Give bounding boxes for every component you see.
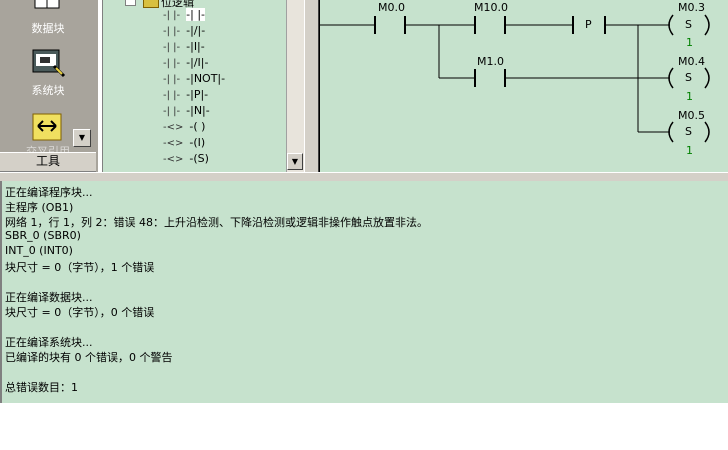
coil-immediate-icon: -<> [163,138,184,149]
tree-item[interactable]: -| |- -| |- [163,8,205,24]
instruction-tree: − 位逻辑 -| |- -| |- -| |- -|/|- -| |- -|I|- -| |… [102,0,287,172]
coil-m0-3-count: 1 [686,36,693,49]
tree-item-label: -|P|- [186,88,209,101]
output-window[interactable]: 正在编译程序块... 主程序 (OB1) 网络 1，行 1，列 2：错误 48：上升… [0,181,728,403]
output-line: 主程序 (OB1) [5,201,74,214]
tree-item[interactable]: -| |- -|NOT|- [163,72,225,88]
folder-icon [143,0,159,8]
coil-m0-4-address[interactable]: M0.4 [678,55,705,68]
contact-m1-0-symbol [474,69,506,87]
coil-m0-5-address[interactable]: M0.5 [678,109,705,122]
contact-m10-0-symbol [474,16,506,34]
nav-item-system-block[interactable]: 系统块 [0,82,96,98]
contact-m0-0-label[interactable]: M0.0 [378,1,405,14]
system-block-icon[interactable] [32,48,66,78]
negative-edge-icon: -| |- [163,106,181,117]
tree-item[interactable]: -| |- -|I|- [163,40,205,56]
tree-collapse-toggle[interactable]: − [125,0,136,6]
coil-icon: -<> [163,122,184,133]
coil-m0-4-instr[interactable]: S [685,71,692,84]
tree-item-label: -|I|- [186,40,205,53]
contact-normally-open-icon: -| |- [163,10,181,21]
contact-m10-0-label[interactable]: M10.0 [474,1,508,14]
data-block-icon[interactable] [32,0,62,14]
tree-item[interactable]: -<> -(S) [163,152,209,168]
contact-m1-0-label[interactable]: M1.0 [477,55,504,68]
tree-item[interactable]: -| |- -|P|- [163,88,208,104]
output-line: SBR_0 (SBR0) [5,229,81,242]
output-line: 块尺寸 = 0（字节），1 个错误 [5,261,155,274]
nav-scroll-down-button[interactable]: ▼ [73,129,91,147]
coil-set-icon: -<> [163,154,184,165]
tree-item-label: -|N|- [186,104,210,117]
contact-m0-0-symbol [374,16,406,34]
contact-normally-closed-icon: -| |- [163,26,181,37]
contact-immediate-closed-icon: -| |- [163,58,181,69]
output-line: 总错误数目：1 [5,381,78,394]
tree-item-label: -| |- [186,8,205,21]
tree-item-label: -|/I|- [186,56,209,69]
tree-item-label: -( ) [189,120,206,133]
cross-reference-icon[interactable] [32,112,64,142]
nav-tools-button[interactable]: 工具 [0,152,96,172]
output-line: 块尺寸 = 0（字节），0 个错误 [5,306,155,319]
tree-item[interactable]: -| |- -|N|- [163,104,210,120]
edge-contact-label[interactable]: P [585,18,592,31]
tree-item-label: -|/|- [186,24,206,37]
not-contact-icon: -| |- [163,74,181,85]
output-line: INT_0 (INT0) [5,244,73,257]
output-line: 网络 1，行 1，列 2：错误 48：上升沿检测、下降沿检测或逻辑非操作触点放置… [5,216,428,229]
coil-m0-5-instr[interactable]: S [685,125,692,138]
tree-item[interactable]: -| |- -|/I|- [163,56,208,72]
tree-scroll-down-button[interactable]: ▼ [287,153,303,170]
tree-item-label: -(I) [189,136,206,149]
coil-m0-5-count: 1 [686,144,693,157]
tree-item-label: -(S) [189,152,209,165]
contact-immediate-icon: -| |- [163,42,181,53]
ladder-editor[interactable]: M0.0 M10.0 M1.0 P M0.3 S 1 M0.4 S 1 M0.5… [319,0,728,172]
output-line: 正在编译程序块... [5,186,93,199]
tree-item-label: -|NOT|- [186,72,226,85]
output-line: 正在编译系统块... [5,336,93,349]
coil-m0-3-instr[interactable]: S [685,18,692,31]
nav-item-data-block[interactable]: 数据块 [0,20,96,36]
tree-item[interactable]: -<> -( ) [163,120,205,136]
ladder-wiring [319,0,710,172]
tree-item[interactable]: -<> -(I) [163,136,205,152]
tree-item[interactable]: -| |- -|/|- [163,24,205,40]
tree-scrollbar[interactable] [286,0,304,172]
positive-edge-icon: -| |- [163,90,181,101]
output-line: 已编译的块有 0 个错误，0 个警告 [5,351,173,364]
coil-m0-3-address[interactable]: M0.3 [678,1,705,14]
navigation-bar: 数据块 系统块 交叉引用 ▼ [0,0,98,172]
output-line: 正在编译数据块... [5,291,93,304]
coil-m0-4-count: 1 [686,90,693,103]
